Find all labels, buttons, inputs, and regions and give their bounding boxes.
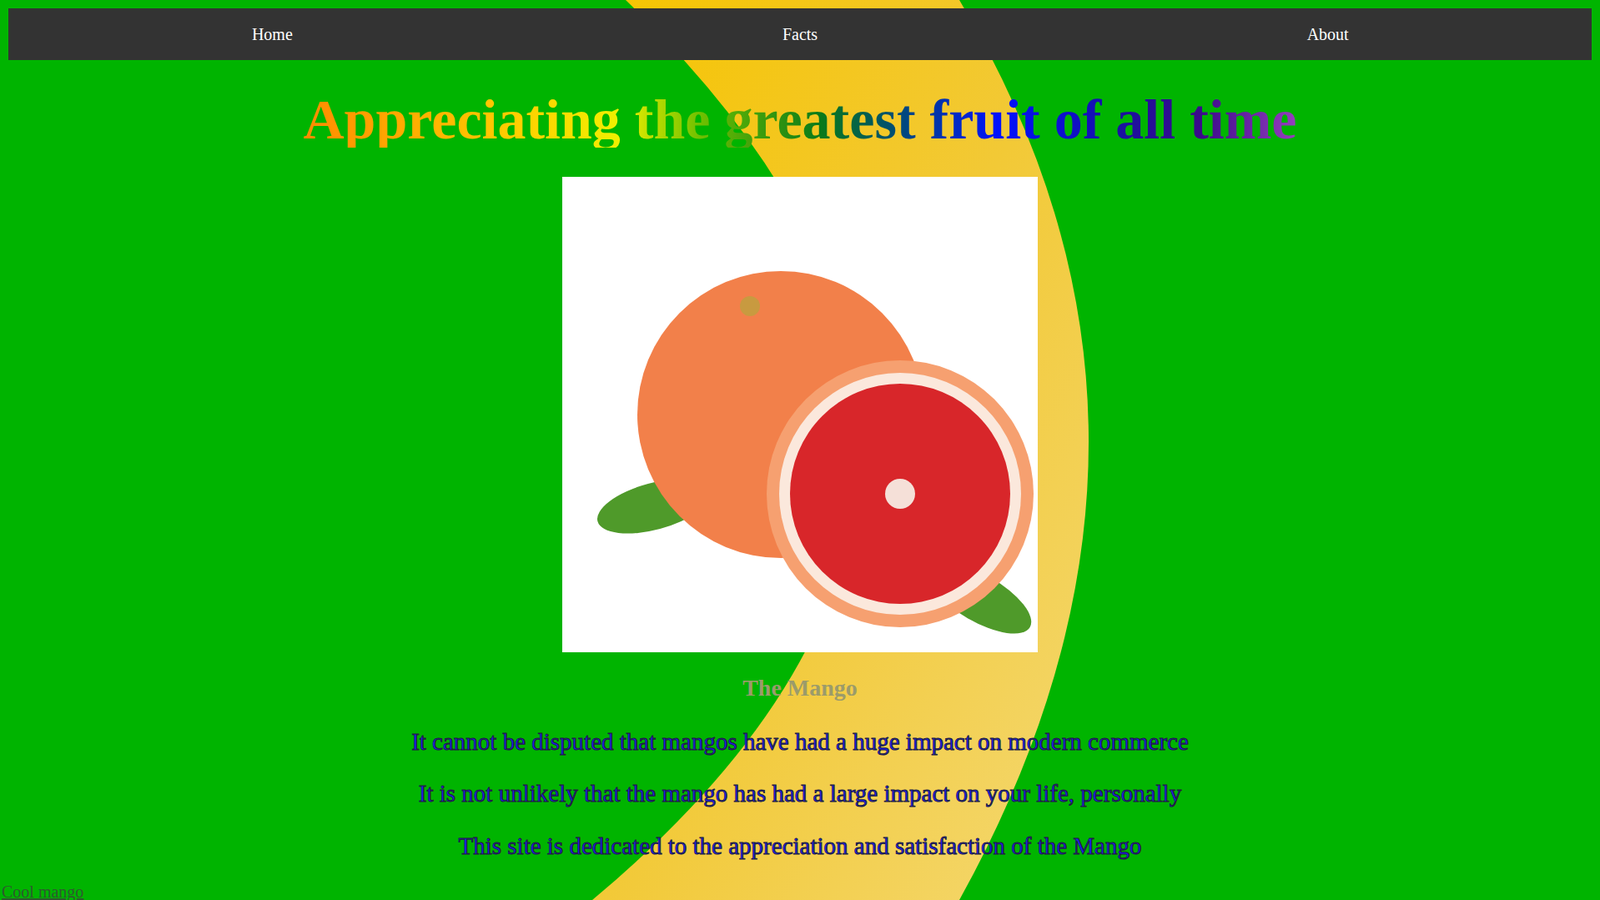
nav-item[interactable]: Facts xyxy=(536,8,1065,61)
intro-paragraph: It is not unlikely that the mango has ha… xyxy=(418,779,1182,809)
nav-item[interactable]: Home xyxy=(8,8,537,61)
nav-bar: HomeFactsAbout xyxy=(8,8,1592,61)
intro-text: It cannot be disputed that mangos have h… xyxy=(411,727,1189,861)
grapefruit-icon xyxy=(562,176,1038,653)
nav-item[interactable]: About xyxy=(1063,8,1592,61)
footer: Cool mango xyxy=(0,881,1600,900)
intro-paragraph: It cannot be disputed that mangos have h… xyxy=(411,727,1189,757)
footer-link[interactable]: Cool mango xyxy=(1,882,84,900)
page-heading: Appreciating the greatest fruit of all t… xyxy=(300,90,1301,148)
nav-wrapper: HomeFactsAbout xyxy=(0,0,1600,61)
fruit-image xyxy=(562,176,1038,653)
image-caption: The Mango xyxy=(742,674,858,703)
intro-paragraph: This site is dedicated to the appreciati… xyxy=(457,831,1142,861)
